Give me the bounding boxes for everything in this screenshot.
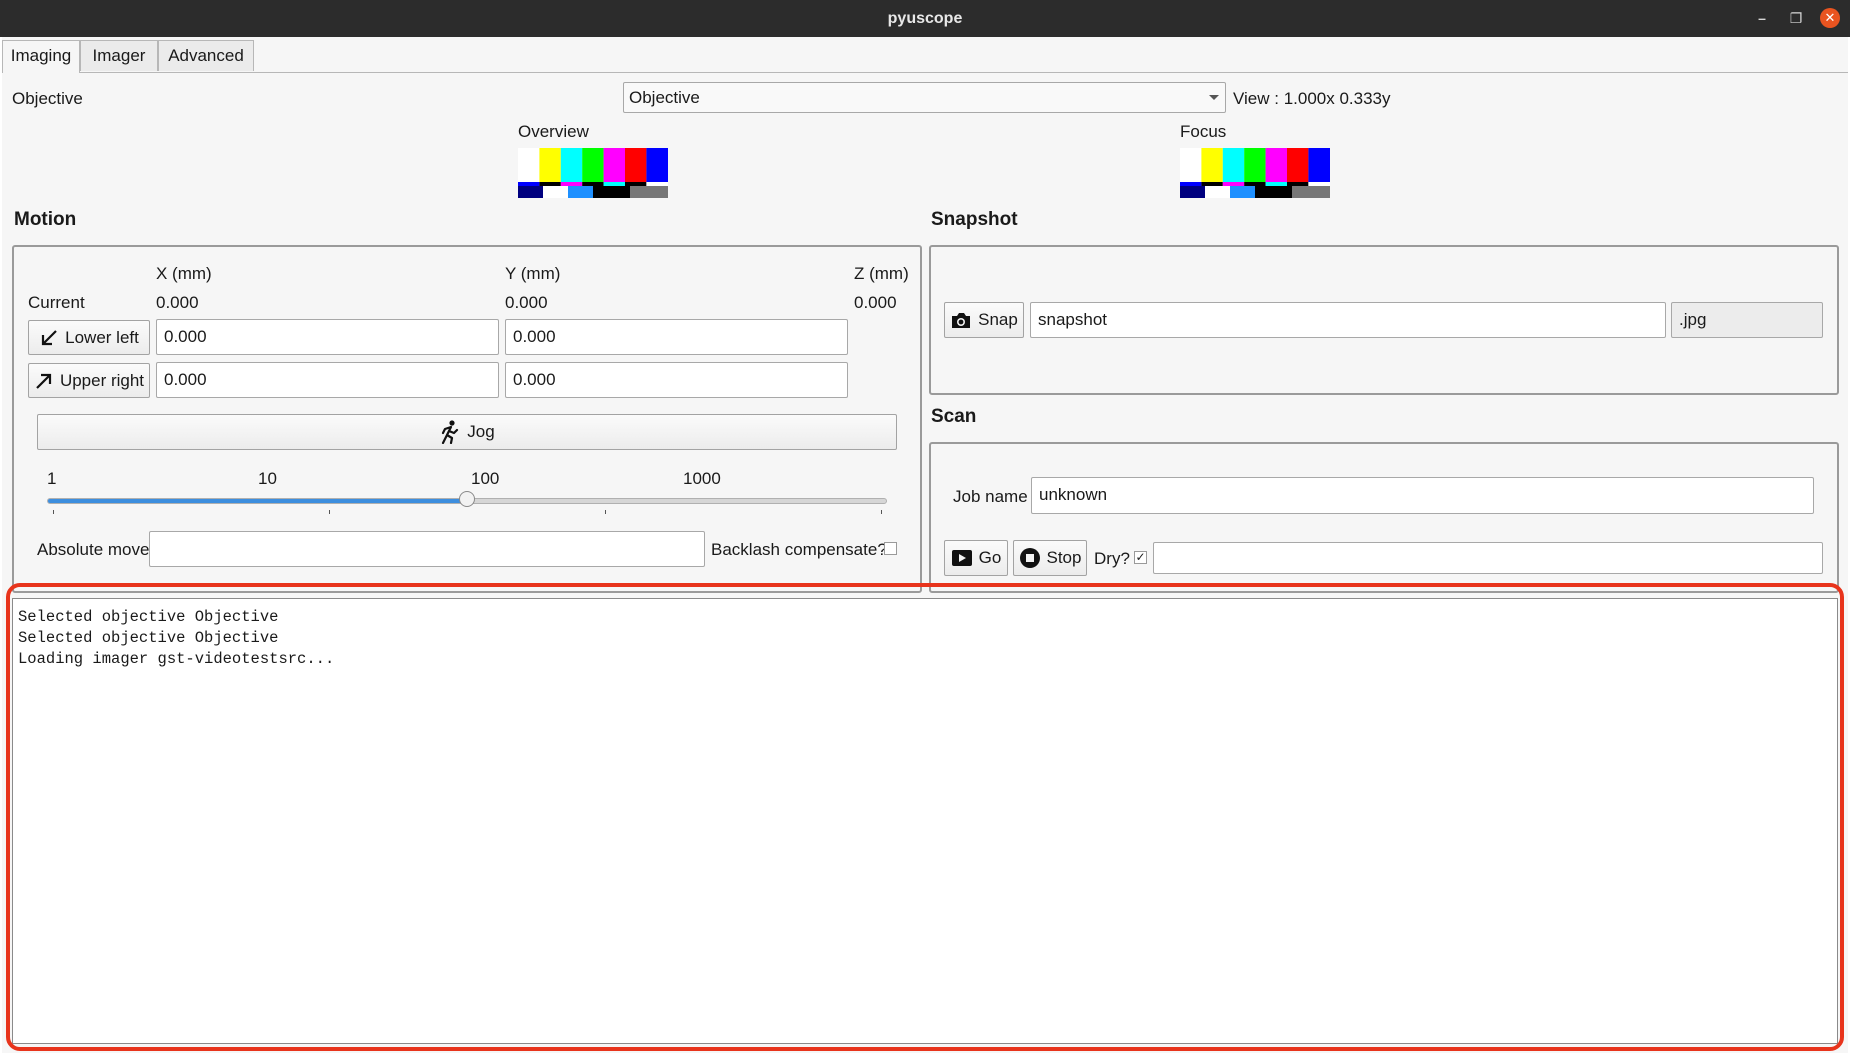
- job-name-input[interactable]: unknown: [1031, 477, 1814, 514]
- snapshot-extension: .jpg: [1671, 302, 1823, 338]
- jog-slider-handle[interactable]: [459, 491, 475, 507]
- tab-imager[interactable]: Imager: [80, 40, 158, 71]
- running-person-icon: [442, 420, 459, 444]
- slider-tick: [881, 510, 882, 514]
- maximize-icon[interactable]: ❐: [1786, 8, 1806, 28]
- slider-tick: [53, 510, 54, 514]
- overview-preview[interactable]: [518, 148, 668, 198]
- jog-label: Jog: [467, 422, 495, 441]
- window-titlebar: pyuscope – ❐ ✕: [0, 0, 1850, 37]
- focus-label: Focus: [1180, 122, 1227, 141]
- tab-bar: [2, 37, 1848, 73]
- close-icon[interactable]: ✕: [1820, 8, 1840, 28]
- go-label: Go: [978, 548, 1002, 567]
- job-name-label: Job name: [953, 487, 1028, 506]
- lower-left-button[interactable]: Lower left: [28, 320, 150, 355]
- absolute-move-input[interactable]: [149, 531, 705, 567]
- chevron-down-icon: [1209, 95, 1219, 100]
- camera-icon: [952, 312, 971, 328]
- minimize-icon[interactable]: –: [1752, 8, 1772, 28]
- jog-scale-100: 100: [471, 469, 500, 488]
- tab-imaging[interactable]: Imaging: [2, 40, 80, 73]
- snap-label: Snap: [978, 310, 1018, 329]
- stop-button[interactable]: Stop: [1013, 540, 1087, 576]
- dry-label: Dry?: [1094, 549, 1130, 568]
- log-output[interactable]: Selected objective Objective Selected ob…: [12, 598, 1838, 1044]
- absolute-move-label: Absolute move: [37, 540, 150, 559]
- snapshot-title: Snapshot: [931, 209, 1018, 230]
- objective-selected: Objective: [629, 88, 700, 107]
- jog-slider-fill: [48, 499, 467, 503]
- axis-y-header: Y (mm): [505, 264, 561, 283]
- current-x: 0.000: [156, 293, 199, 312]
- objective-label: Objective: [12, 89, 83, 108]
- stop-icon: [1019, 548, 1040, 568]
- current-label: Current: [28, 293, 85, 312]
- upper-right-x-input[interactable]: 0.000: [156, 362, 499, 398]
- current-z: 0.000: [854, 293, 897, 312]
- play-icon: [951, 550, 972, 566]
- jog-scale-10: 10: [258, 469, 277, 488]
- current-y: 0.000: [505, 293, 548, 312]
- upper-right-label: Upper right: [59, 370, 145, 390]
- upper-right-button[interactable]: Upper right: [28, 363, 150, 398]
- axis-x-header: X (mm): [156, 264, 212, 283]
- log-line: Selected objective Objective: [18, 629, 279, 647]
- scan-status-field: [1153, 542, 1823, 574]
- lower-left-y-input[interactable]: 0.000: [505, 319, 848, 355]
- lower-left-label: Lower left: [65, 327, 139, 347]
- axis-z-header: Z (mm): [854, 264, 909, 283]
- arrow-down-left-icon: [42, 329, 57, 345]
- snap-button[interactable]: Snap: [944, 302, 1024, 338]
- snapshot-filename-input[interactable]: snapshot: [1030, 302, 1666, 338]
- upper-right-y-input[interactable]: 0.000: [505, 362, 848, 398]
- slider-tick: [329, 510, 330, 514]
- window-title: pyuscope: [887, 10, 963, 27]
- log-line: Loading imager gst-videotestsrc...: [18, 650, 335, 668]
- backlash-checkbox[interactable]: [884, 542, 897, 555]
- tab-advanced[interactable]: Advanced: [158, 40, 254, 71]
- stop-label: Stop: [1046, 548, 1082, 567]
- go-button[interactable]: Go: [944, 540, 1008, 576]
- dry-checkbox[interactable]: ✓: [1134, 551, 1147, 564]
- scan-title: Scan: [931, 406, 977, 427]
- focus-preview[interactable]: [1180, 148, 1330, 198]
- view-readout: View : 1.000x 0.333y: [1233, 89, 1391, 108]
- jog-scale-1: 1: [47, 469, 57, 488]
- motion-title: Motion: [14, 209, 77, 230]
- objective-dropdown[interactable]: Objective: [623, 82, 1226, 113]
- arrow-up-right-icon: [36, 373, 52, 389]
- jog-scale-1000: 1000: [683, 469, 721, 488]
- lower-left-x-input[interactable]: 0.000: [156, 319, 499, 355]
- slider-tick: [605, 510, 606, 514]
- overview-label: Overview: [518, 122, 589, 141]
- backlash-label: Backlash compensate?: [711, 540, 887, 559]
- jog-button[interactable]: Jog: [37, 414, 897, 450]
- log-line: Selected objective Objective: [18, 608, 279, 626]
